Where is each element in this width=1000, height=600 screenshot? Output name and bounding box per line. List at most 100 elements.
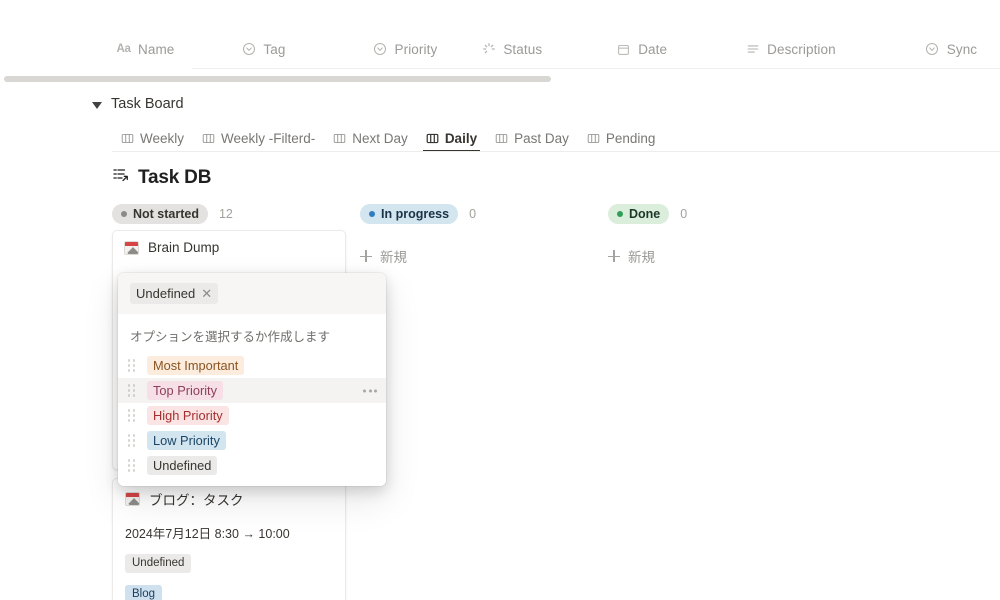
- property-column-name[interactable]: Aa Name: [116, 35, 174, 63]
- page-title: Task Board: [111, 96, 184, 112]
- chevron-down-icon[interactable]: [92, 101, 102, 109]
- property-label: Date: [638, 41, 668, 57]
- option-label: Low Priority: [147, 431, 226, 450]
- status-label: Not started: [133, 206, 199, 221]
- plus-icon: [608, 250, 620, 262]
- status-dot-icon: [369, 211, 375, 217]
- board-heading[interactable]: Task Board: [92, 96, 184, 112]
- card-title-row: ブログ：タスク: [125, 489, 333, 509]
- database-title[interactable]: Task DB: [112, 166, 211, 189]
- tab-weekly-filtered[interactable]: Weekly -Filterd-: [193, 131, 324, 152]
- tab-label: Daily: [444, 131, 478, 146]
- calendar-icon: [616, 42, 631, 57]
- column-header[interactable]: Not started 12: [112, 202, 348, 226]
- option-label: Most Important: [147, 356, 245, 375]
- column-count: 0: [469, 207, 477, 221]
- option-label: Top Priority: [147, 381, 224, 400]
- board-view-icon: [121, 132, 134, 145]
- board-column-not-started: Not started 12: [112, 202, 348, 226]
- board-view-icon: [426, 132, 439, 145]
- add-new-card-button[interactable]: 新規: [608, 246, 844, 266]
- card-blog-task[interactable]: ブログ：タスク 2024年7月12日 8:30 → 10:00 Undefine…: [112, 478, 346, 600]
- property-column-tag[interactable]: Tag: [241, 35, 285, 63]
- tab-label: Weekly: [140, 131, 185, 146]
- property-label: Sync: [946, 41, 978, 57]
- board-column-done: Done 0 新規: [608, 202, 844, 266]
- property-label: Description: [767, 41, 836, 57]
- status-badge: Done: [608, 204, 670, 224]
- option-most-important[interactable]: Most Important: [118, 353, 386, 378]
- database-name-label: Task DB: [138, 166, 212, 188]
- tab-label: Pending: [605, 131, 656, 146]
- property-column-priority[interactable]: Priority: [373, 35, 438, 63]
- option-label: High Priority: [147, 406, 229, 425]
- board-column-in-progress: In progress 0 新規: [360, 202, 596, 266]
- card-tags: Undefined Blog: [125, 554, 333, 600]
- select-circle-icon: [241, 42, 256, 57]
- tab-label: Past Day: [514, 131, 569, 146]
- popover-selected-area[interactable]: Undefined ✕: [118, 273, 386, 314]
- memo-emoji-icon: [125, 492, 140, 506]
- drag-handle-icon[interactable]: [126, 409, 137, 422]
- tab-next-day[interactable]: Next Day: [324, 131, 417, 152]
- status-dot-icon: [617, 211, 623, 217]
- card-title-row: Brain Dump: [124, 240, 334, 255]
- option-high-priority[interactable]: High Priority: [118, 403, 386, 428]
- drag-handle-icon[interactable]: [126, 359, 137, 372]
- property-column-date[interactable]: Date: [616, 35, 667, 63]
- tab-weekly[interactable]: Weekly: [112, 131, 193, 152]
- status-dot-icon: [121, 211, 127, 217]
- card-date: 2024年7月12日 8:30 → 10:00: [125, 527, 290, 541]
- status-badge: In progress: [360, 204, 459, 224]
- status-badge: Not started: [112, 204, 208, 224]
- database-property-bar: Aa Name Tag Priority Status Date Descrip…: [0, 34, 1000, 64]
- option-label: Undefined: [147, 456, 218, 475]
- property-bar-divider: [192, 68, 1000, 69]
- board-view-icon: [587, 132, 600, 145]
- drag-handle-icon[interactable]: [126, 384, 137, 397]
- status-label: Done: [629, 206, 661, 221]
- popover-hint-text: オプションを選択するか作成します: [130, 330, 331, 344]
- column-count: 12: [218, 207, 233, 221]
- option-undefined[interactable]: Undefined: [118, 453, 386, 478]
- selected-option-label: Undefined: [136, 286, 196, 301]
- tab-past-day[interactable]: Past Day: [486, 131, 578, 152]
- priority-select-popover: Undefined ✕ オプションを選択するか作成します Most Import…: [118, 273, 386, 486]
- board-view-icon: [202, 132, 215, 145]
- app-root: Aa Name Tag Priority Status Date Descrip…: [0, 0, 1000, 600]
- ellipsis-icon[interactable]: [363, 389, 377, 392]
- card-title: Brain Dump: [148, 240, 220, 255]
- add-new-card-button[interactable]: 新規: [360, 246, 596, 266]
- view-tabs: Weekly Weekly -Filterd- Next Day Daily P…: [112, 126, 664, 152]
- memo-emoji-icon: [124, 240, 139, 255]
- tabs-divider: [112, 151, 1000, 152]
- horizontal-scrollbar[interactable]: [4, 76, 551, 82]
- add-new-label: 新規: [380, 250, 407, 265]
- drag-handle-icon[interactable]: [126, 459, 137, 472]
- option-top-priority[interactable]: Top Priority: [118, 378, 386, 403]
- selected-option-chip: Undefined ✕: [130, 283, 219, 304]
- property-label: Tag: [263, 41, 286, 57]
- drag-handle-icon[interactable]: [126, 434, 137, 447]
- column-header[interactable]: In progress 0: [360, 202, 596, 226]
- popover-option-list: オプションを選択するか作成します Most Important Top Prio…: [118, 314, 386, 486]
- status-label: In progress: [381, 206, 450, 221]
- property-column-sync[interactable]: Sync: [925, 35, 977, 63]
- tab-daily[interactable]: Daily: [417, 131, 486, 152]
- plus-icon: [360, 250, 372, 262]
- column-header[interactable]: Done 0: [608, 202, 844, 226]
- board-view-icon: [333, 132, 346, 145]
- option-low-priority[interactable]: Low Priority: [118, 428, 386, 453]
- status-loading-icon: [481, 42, 496, 57]
- tab-label: Next Day: [352, 131, 408, 146]
- tab-pending[interactable]: Pending: [578, 131, 665, 152]
- property-column-description[interactable]: Description: [745, 35, 836, 63]
- card-title: ブログ：タスク: [149, 493, 244, 508]
- select-circle-icon: [925, 42, 940, 57]
- column-count: 0: [680, 207, 688, 221]
- select-circle-icon: [373, 42, 388, 57]
- close-x-icon[interactable]: ✕: [201, 287, 212, 300]
- board-view-icon: [495, 132, 508, 145]
- property-column-status[interactable]: Status: [481, 35, 542, 63]
- task-list-arrow-icon: [112, 166, 130, 189]
